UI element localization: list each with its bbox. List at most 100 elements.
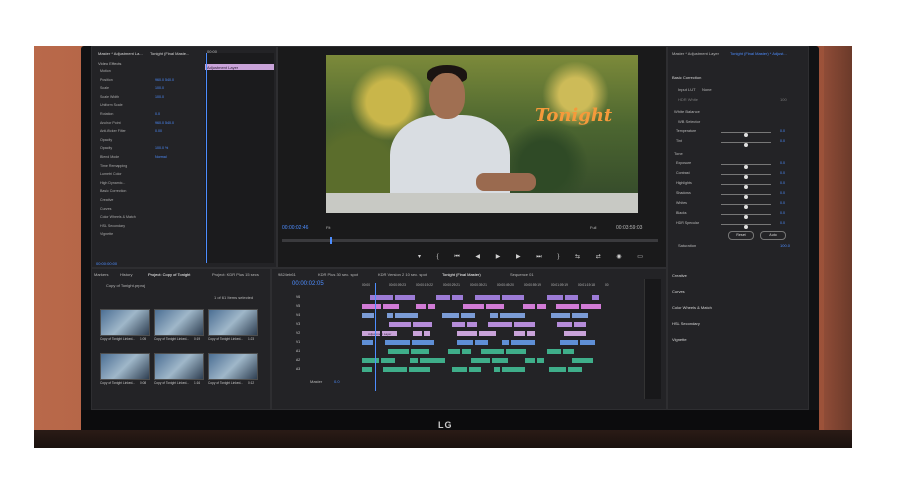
timeline-clip[interactable] [568, 367, 582, 372]
ec-row[interactable]: High Dynamic... [100, 181, 204, 188]
lumetri-row-value[interactable]: 0.0 [780, 139, 785, 143]
timeline-clip[interactable] [563, 349, 574, 354]
clip-thumbnail[interactable] [154, 353, 204, 380]
lumetri-section-header[interactable]: Creative [672, 273, 687, 278]
project-tab[interactable]: Project: KDR Plus 15 secs [212, 272, 259, 277]
ec-row[interactable]: Rotation 0.0 [100, 112, 204, 119]
timeline-clip[interactable] [500, 313, 525, 318]
timeline-clip[interactable] [467, 322, 477, 327]
project-tab[interactable]: Project: Copy of Tonight [148, 272, 190, 277]
clip-thumbnail[interactable] [208, 353, 258, 380]
timeline-clip[interactable] [409, 367, 430, 372]
timeline-clip[interactable] [457, 340, 473, 345]
ec-sequence-label[interactable]: Tonight (Final Maste... [150, 51, 189, 56]
timeline-clip[interactable] [580, 340, 595, 345]
timeline-clip[interactable] [479, 331, 496, 336]
quality-dropdown[interactable]: Full [590, 225, 596, 230]
timeline-clip[interactable] [452, 295, 463, 300]
timeline-clip[interactable] [452, 367, 467, 372]
timeline-clip[interactable] [537, 358, 544, 363]
timeline-clip[interactable] [506, 349, 526, 354]
transport-controls[interactable]: ▾ { ⏮ ◀ ▶ ▶ ⏭ } ⇆ ⇄ ◉ ▭ [418, 253, 650, 261]
timeline-clip[interactable] [592, 295, 599, 300]
slider-knob[interactable] [744, 195, 748, 199]
ec-row[interactable]: Anti-flicker Filter 0.00 [100, 129, 204, 136]
ec-row-value[interactable]: 0.00 [155, 129, 162, 133]
timeline-clip[interactable] [420, 358, 445, 363]
timeline-clip[interactable] [475, 295, 500, 300]
timeline-tab[interactable]: Tonight (Final Master) [442, 272, 481, 277]
adjustment-layer-bar[interactable]: Adjustment Layer [205, 64, 274, 70]
ec-row[interactable]: Motion [100, 69, 204, 76]
ec-row[interactable]: Blend Mode Normal [100, 155, 204, 162]
lumetri-slider[interactable] [721, 224, 771, 229]
lumetri-slider[interactable] [721, 194, 771, 199]
ec-row-value[interactable]: 100.0 [155, 86, 164, 90]
timeline-clip[interactable] [388, 349, 409, 354]
timeline-playhead[interactable] [375, 283, 376, 391]
timeline-clip[interactable] [370, 295, 393, 300]
lumetri-section-header[interactable]: Curves [672, 289, 685, 294]
timeline-tab[interactable]: KDR Plus 30 sec. spot [318, 272, 358, 277]
ec-row[interactable]: Time Remapping [100, 164, 204, 171]
timeline-clip[interactable] [457, 331, 477, 336]
timeline-tab[interactable]: Sequence 01 [510, 272, 534, 277]
timeline-clip[interactable] [383, 304, 399, 309]
ec-row[interactable]: Position 960.0 540.0 [100, 78, 204, 85]
timeline-clip[interactable] [471, 358, 490, 363]
timeline-clip[interactable] [547, 295, 563, 300]
timeline-clip[interactable] [502, 295, 524, 300]
timeline-clip[interactable] [525, 358, 535, 363]
slider-knob[interactable] [744, 215, 748, 219]
lumetri-section-header[interactable]: Color Wheels & Match [672, 305, 712, 310]
timeline-clip[interactable] [514, 322, 535, 327]
timeline-clip[interactable] [362, 304, 381, 309]
timeline-clip[interactable] [560, 340, 578, 345]
lumetri-slider[interactable] [721, 142, 771, 147]
slider-knob[interactable] [744, 205, 748, 209]
lumetri-row-value[interactable]: 0.0 [780, 191, 785, 195]
clip-thumbnail[interactable] [208, 309, 258, 336]
lumetri-slider[interactable] [721, 184, 771, 189]
timeline-clip[interactable] [469, 367, 481, 372]
timeline-clip[interactable] [385, 340, 410, 345]
clip-thumbnail[interactable] [154, 309, 204, 336]
basic-correction-header[interactable]: Basic Correction [672, 75, 701, 80]
white-balance-header[interactable]: White Balance [674, 109, 700, 114]
slider-knob[interactable] [744, 175, 748, 179]
clip-thumbnail[interactable] [100, 353, 150, 380]
slider-knob[interactable] [744, 133, 748, 137]
timeline-clip[interactable] [527, 331, 535, 336]
auto-button[interactable]: Auto [760, 231, 786, 240]
lumetri-slider[interactable] [721, 214, 771, 219]
slider-knob[interactable] [744, 225, 748, 229]
timeline-clip[interactable] [362, 358, 379, 363]
clip-thumbnail[interactable] [100, 309, 150, 336]
ec-row-value[interactable]: 960.0 540.0 [155, 121, 174, 125]
timeline-tab[interactable]: KDR Version 2 10 sec. spot [378, 272, 427, 277]
timeline-clip[interactable] [383, 367, 407, 372]
ec-row-value[interactable]: Normal [155, 155, 167, 159]
timeline-clip[interactable] [488, 322, 512, 327]
timeline-clip[interactable] [549, 367, 566, 372]
timeline-clip[interactable] [557, 322, 572, 327]
timeline-clip[interactable] [411, 349, 429, 354]
project-tab[interactable]: History [120, 272, 132, 277]
timeline-clip[interactable] [537, 304, 546, 309]
timeline-clip[interactable] [511, 340, 535, 345]
timeline-clip[interactable] [572, 313, 588, 318]
timeline-clip[interactable] [523, 304, 535, 309]
timeline-clip[interactable] [565, 295, 578, 300]
timeline-clip[interactable] [461, 313, 475, 318]
ec-row[interactable]: HSL Secondary [100, 224, 204, 231]
timeline-clip[interactable] [362, 340, 373, 345]
timeline-clip[interactable] [574, 322, 586, 327]
timeline-clip[interactable] [428, 304, 435, 309]
timeline-clip[interactable] [514, 331, 525, 336]
ec-row-value[interactable]: 100.0 % [155, 146, 168, 150]
master-value[interactable]: 0.0 [334, 379, 340, 384]
timeline-clip[interactable] [413, 322, 432, 327]
project-tab[interactable]: Markers [94, 272, 108, 277]
timeline-clip[interactable] [436, 295, 450, 300]
lumetri-row-value[interactable]: 0.0 [780, 221, 785, 225]
